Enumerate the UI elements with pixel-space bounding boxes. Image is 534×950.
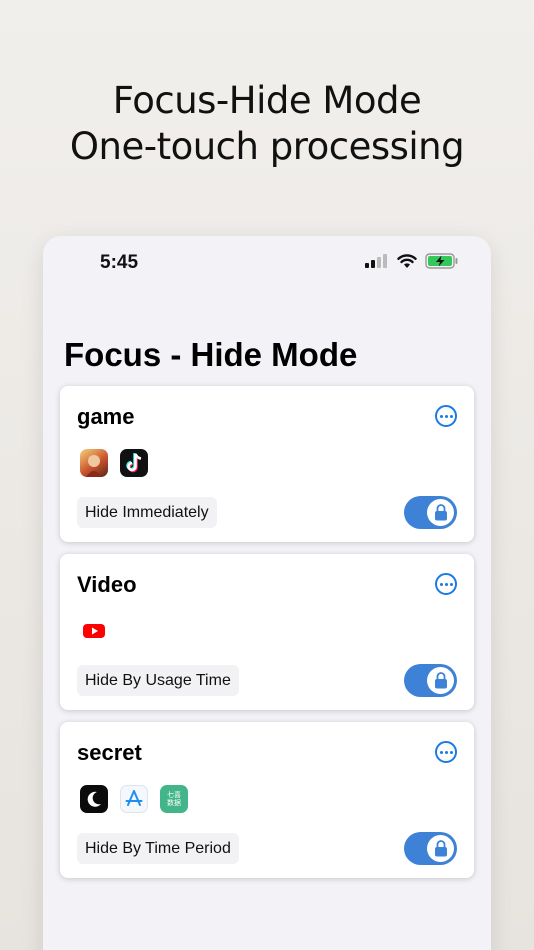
app-store-icon (120, 785, 148, 813)
more-dot-icon (449, 414, 453, 418)
headline-line-2: One-touch processing (69, 125, 465, 168)
phone-screen: 5:45 Focus - Hide Mode game Hide Immedia… (43, 236, 491, 950)
hide-mode-label: Hide By Usage Time (77, 665, 239, 696)
toggle-knob (427, 667, 454, 694)
page-title: Focus - Hide Mode (64, 336, 358, 373)
tiktok-app-icon (120, 449, 148, 477)
more-dot-icon (444, 750, 448, 754)
status-icons (365, 253, 459, 269)
hide-mode-label: Hide By Time Period (77, 833, 239, 864)
more-dot-icon (444, 582, 448, 586)
status-time: 5:45 (100, 252, 139, 273)
hide-mode-label: Hide Immediately (77, 497, 217, 528)
toggle-knob (427, 499, 454, 526)
cellular-signal-icon (365, 254, 387, 268)
more-dot-icon (439, 582, 443, 586)
hide-toggle[interactable] (404, 496, 457, 529)
app-list (80, 617, 108, 645)
youtube-app-icon (80, 617, 108, 645)
headline-line-1: Focus-Hide Mode (112, 79, 422, 122)
more-dot-icon (449, 582, 453, 586)
wifi-icon (397, 253, 417, 268)
lock-icon (434, 504, 447, 521)
more-options-button[interactable] (435, 741, 457, 763)
moon-app-icon (80, 785, 108, 813)
app-list: 七喜 数据 (80, 785, 188, 813)
game-app-icon (80, 449, 108, 477)
more-options-button[interactable] (435, 405, 457, 427)
mode-card-video[interactable]: Video Hide By Usage Time (60, 554, 474, 710)
mode-card-secret[interactable]: secret 七喜 数据 Hide By Time Period (60, 722, 474, 878)
toggle-knob (427, 835, 454, 862)
more-dot-icon (444, 414, 448, 418)
qimao-app-icon: 七喜 数据 (160, 785, 188, 813)
headline: Focus-Hide Mode One-touch processing (0, 78, 534, 170)
qimao-icon-text-bottom: 数据 (167, 799, 181, 807)
lock-icon (434, 840, 447, 857)
app-list (80, 449, 148, 477)
more-dot-icon (439, 414, 443, 418)
card-title: game (77, 404, 135, 429)
card-title: Video (77, 572, 137, 597)
more-options-button[interactable] (435, 573, 457, 595)
battery-charging-icon (425, 253, 458, 269)
more-dot-icon (439, 750, 443, 754)
mode-card-game[interactable]: game Hide Immediately (60, 386, 474, 542)
hide-toggle[interactable] (404, 664, 457, 697)
lock-icon (434, 672, 447, 689)
card-title: secret (77, 740, 142, 765)
more-dot-icon (449, 750, 453, 754)
hide-toggle[interactable] (404, 832, 457, 865)
qimao-icon-text-top: 七喜 (167, 791, 181, 799)
